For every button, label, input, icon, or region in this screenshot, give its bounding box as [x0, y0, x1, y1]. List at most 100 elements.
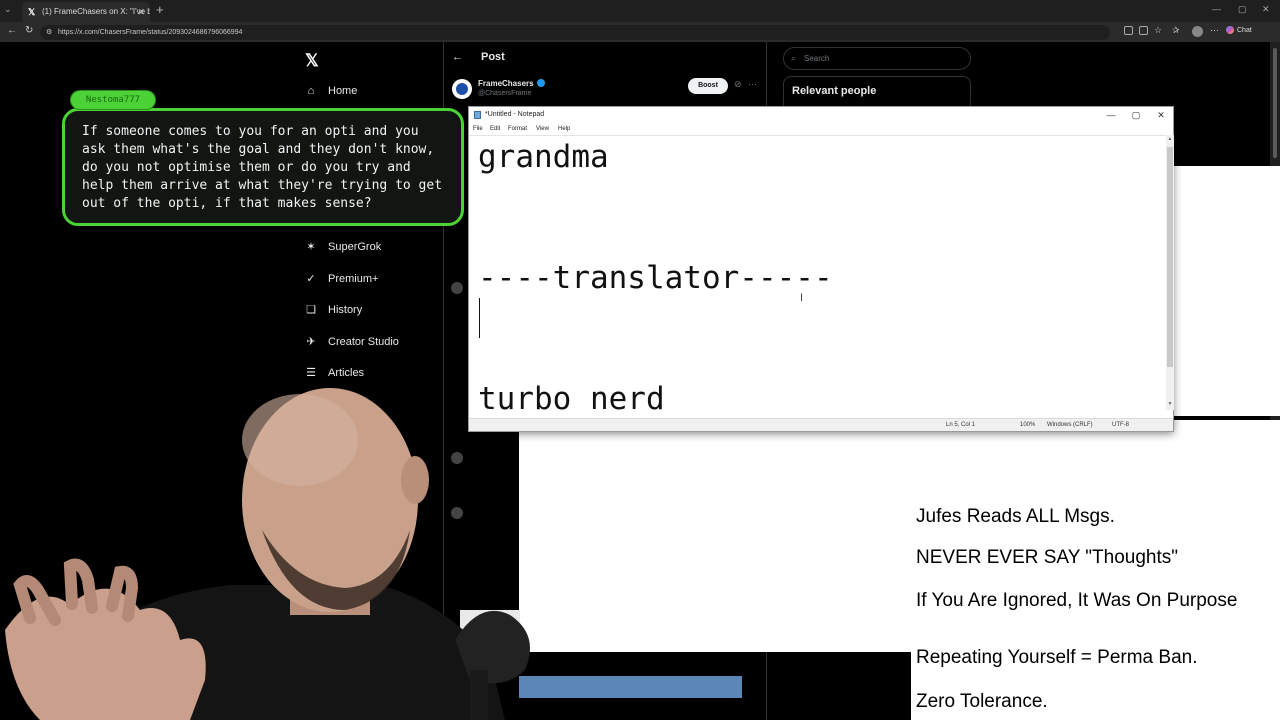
nav-articles-label: Articles [328, 367, 365, 379]
notepad-status-bar: Ln 5, Col 1 100% Windows (CRLF) UTF-8 [469, 418, 1173, 431]
rule-text: NEVER EVER SAY "Thoughts" [916, 547, 1179, 568]
browser-tab[interactable]: 𝕏 (1) FrameChasers on X: "I've been ✕ [22, 2, 150, 22]
author-name-text: FrameChasers [478, 79, 534, 88]
favorites-icon[interactable]: ✰ [1172, 25, 1180, 36]
nav-creator-studio[interactable]: ✈ Creator Studio [304, 334, 399, 350]
relevant-people-heading: Relevant people [792, 85, 877, 97]
boost-button[interactable]: Boost [688, 78, 728, 94]
reload-icon[interactable]: ↻ [25, 25, 33, 36]
copilot-chat-button[interactable]: Chat [1226, 26, 1252, 34]
menu-icon[interactable]: ⋯ [1210, 25, 1219, 36]
notepad-maximize-icon[interactable]: ▢ [1124, 107, 1148, 123]
chat-message-bubble: If someone comes to you for an opti and … [62, 108, 464, 226]
streamer-head-shade [242, 394, 358, 486]
rules-panel [911, 420, 1280, 720]
premium-icon: ✓ [306, 273, 316, 285]
nav-premium[interactable]: ✓ Premium+ [304, 271, 378, 287]
minimize-icon[interactable]: — [1212, 4, 1221, 14]
notepad-text-area[interactable]: grandma ----translator----- I turbo nerd [469, 135, 1166, 410]
nav-creator-studio-label: Creator Studio [328, 336, 399, 348]
menu-view[interactable]: View [536, 123, 549, 135]
scroll-up-icon[interactable]: ▲ [1166, 136, 1174, 142]
tab-list-icon[interactable]: ⌄ [4, 4, 12, 15]
x-favicon-icon: 𝕏 [28, 7, 36, 17]
cursor-position: Ln 5, Col 1 [946, 422, 976, 428]
author-handle[interactable]: @ChasersFrame [478, 90, 531, 97]
post-header: ← Post [452, 51, 505, 63]
page-scrollbar-thumb[interactable] [1273, 48, 1277, 158]
microphone-arm [470, 670, 488, 720]
notepad-close-icon[interactable]: ✕ [1149, 107, 1173, 123]
notepad-scrollbar[interactable]: ▲ ▼ [1166, 135, 1174, 410]
nav-history[interactable]: ❏ History [304, 302, 362, 318]
chat-button-label: Chat [1237, 26, 1252, 34]
scroll-down-icon[interactable]: ▼ [1166, 401, 1174, 407]
history-icon: ❏ [306, 304, 316, 316]
nav-home-label: Home [328, 85, 358, 97]
notepad-scrollbar-thumb[interactable] [1167, 147, 1173, 367]
verified-badge-icon [536, 79, 545, 87]
notepad-title: *Untitled - Notepad [485, 111, 545, 118]
nav-premium-label: Premium+ [328, 273, 379, 285]
browser-tab-bar: ⌄ 𝕏 (1) FrameChasers on X: "I've been ✕ … [0, 0, 1280, 22]
rule-text: Repeating Yourself = Perma Ban. [916, 647, 1198, 668]
nav-supergrok-label: SuperGrok [328, 241, 382, 253]
line-ending: Windows (CRLF) [1047, 422, 1093, 428]
streamer-ear [401, 456, 429, 504]
nav-supergrok[interactable]: ✶ SuperGrok [304, 239, 381, 255]
close-window-icon[interactable]: ✕ [1262, 4, 1270, 15]
notepad-app-icon [474, 111, 481, 119]
notepad-title-bar[interactable]: *Untitled - Notepad — ▢ ✕ [469, 107, 1173, 123]
chat-username-badge: Nestoma777 [71, 91, 155, 109]
extension-icon[interactable] [1124, 26, 1133, 35]
reading-list-icon[interactable] [1139, 26, 1148, 35]
notepad-menu-bar: File Edit Format View Help [469, 123, 1173, 135]
nav-history-label: History [328, 304, 363, 316]
nav-home[interactable]: ⌂ Home [304, 83, 358, 99]
notepad-line: grandma [478, 139, 609, 175]
document-backdrop [1173, 166, 1280, 416]
menu-help[interactable]: Help [558, 123, 570, 135]
notepad-minimize-icon[interactable]: — [1099, 107, 1123, 123]
text-caret [479, 298, 480, 338]
creator-studio-icon: ✈ [306, 336, 316, 348]
back-icon[interactable]: ← [7, 25, 17, 36]
webcam-streamer [5, 388, 530, 720]
menu-format[interactable]: Format [508, 123, 527, 135]
supergrok-icon: ✶ [306, 241, 316, 253]
menu-edit[interactable]: Edit [490, 123, 500, 135]
reply-avatar[interactable] [451, 282, 463, 294]
more-options-icon[interactable]: ⋯ [748, 79, 757, 90]
grok-icon[interactable]: ⊘ [734, 79, 742, 90]
url-text: https://x.com/ChasersFrame/status/209302… [58, 29, 243, 36]
rule-text: Jufes Reads ALL Msgs. [916, 506, 1115, 527]
rule-text: If You Are Ignored, It Was On Purpose [916, 590, 1238, 611]
notepad-line: ----translator----- [478, 260, 833, 296]
nav-articles[interactable]: ☰ Articles [304, 365, 364, 381]
author-name[interactable]: FrameChasers [478, 79, 545, 88]
new-tab-button[interactable]: + [156, 2, 164, 18]
zoom-level: 100% [1020, 422, 1036, 428]
tab-title: (1) FrameChasers on X: "I've been [42, 7, 150, 16]
search-placeholder: Search [804, 54, 830, 63]
tab-close-icon[interactable]: ✕ [137, 2, 145, 22]
notepad-window[interactable]: *Untitled - Notepad — ▢ ✕ File Edit Form… [468, 106, 1174, 432]
articles-icon: ☰ [306, 367, 316, 379]
address-bar-row: ← ↻ ⚙ https://x.com/ChasersFrame/status/… [0, 22, 1280, 42]
url-field[interactable]: ⚙ https://x.com/ChasersFrame/status/2093… [40, 25, 1110, 40]
document-backdrop [519, 420, 911, 652]
bookmark-star-icon[interactable]: ☆ [1154, 25, 1162, 36]
site-info-icon[interactable]: ⚙ [46, 25, 52, 40]
search-icon: ⌕ [791, 54, 796, 63]
post-header-title: Post [481, 51, 505, 63]
author-avatar[interactable] [452, 79, 472, 99]
back-arrow-icon[interactable]: ← [452, 51, 463, 63]
x-search-input[interactable]: ⌕ Search [783, 47, 971, 70]
home-icon: ⌂ [307, 85, 315, 97]
x-logo-icon[interactable]: 𝕏 [305, 51, 319, 71]
maximize-icon[interactable]: ▢ [1238, 4, 1247, 15]
encoding: UTF-8 [1112, 422, 1129, 428]
menu-file[interactable]: File [473, 123, 483, 135]
copilot-icon [1226, 26, 1234, 34]
profile-avatar[interactable] [1192, 26, 1203, 37]
